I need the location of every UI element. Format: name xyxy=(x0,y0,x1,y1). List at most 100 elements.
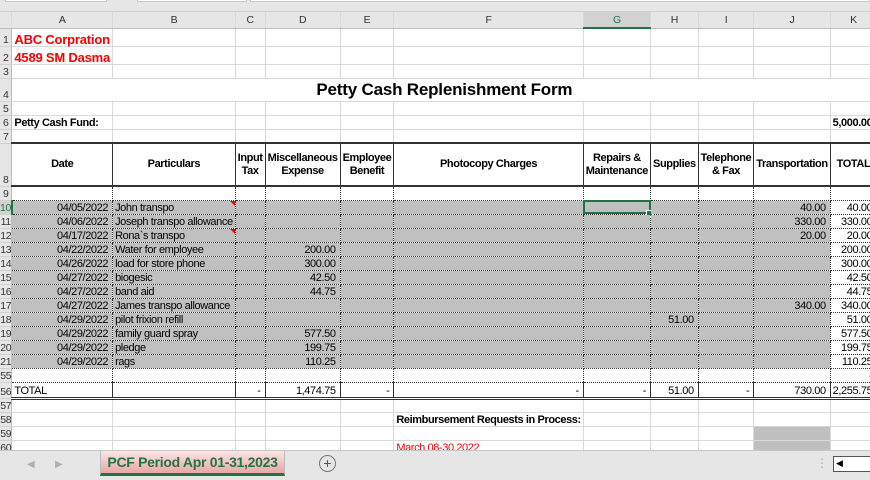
entry-amount[interactable] xyxy=(753,270,831,285)
cell[interactable] xyxy=(393,46,584,65)
entry-amount[interactable] xyxy=(235,200,266,215)
total-amount[interactable]: 2,255.75 xyxy=(830,382,870,400)
entry-amount[interactable]: 577.50 xyxy=(265,326,341,341)
entry-particulars[interactable]: John transpo xyxy=(112,200,236,215)
cell[interactable] xyxy=(235,46,266,65)
cell[interactable] xyxy=(393,64,584,79)
entry-amount[interactable] xyxy=(583,340,652,355)
cell[interactable] xyxy=(340,398,395,413)
entry-amount[interactable] xyxy=(393,312,584,327)
cell[interactable] xyxy=(112,28,236,47)
cell[interactable] xyxy=(340,186,395,201)
entry-amount[interactable] xyxy=(340,214,395,229)
entry-amount[interactable] xyxy=(753,354,831,369)
cell[interactable] xyxy=(265,115,341,130)
entry-amount[interactable] xyxy=(583,200,653,216)
next-sheet-icon[interactable]: ▶ xyxy=(55,459,63,470)
cell[interactable] xyxy=(11,412,114,427)
entry-amount[interactable] xyxy=(265,200,341,215)
entry-amount[interactable] xyxy=(393,284,584,299)
total-label[interactable]: TOTAL xyxy=(11,382,114,400)
cell[interactable] xyxy=(11,426,114,441)
cell[interactable] xyxy=(340,46,395,65)
petty-cash-fund-label[interactable]: Petty Cash Fund: xyxy=(11,115,114,130)
form-title[interactable]: Petty Cash Replenishment Form xyxy=(11,78,870,102)
entry-amount[interactable] xyxy=(753,256,831,271)
cell[interactable] xyxy=(583,368,652,383)
entry-amount[interactable] xyxy=(753,312,831,327)
entry-amount[interactable] xyxy=(235,298,266,313)
row-header[interactable]: 55 xyxy=(0,368,13,383)
cell[interactable] xyxy=(11,368,114,383)
entry-amount[interactable] xyxy=(698,200,755,215)
entry-amount[interactable] xyxy=(650,214,699,229)
entry-amount[interactable] xyxy=(340,256,395,271)
cell[interactable] xyxy=(235,28,266,47)
entry-amount[interactable] xyxy=(753,284,831,299)
entry-amount[interactable]: 199.75 xyxy=(265,340,341,355)
column-header-I[interactable]: I xyxy=(698,12,755,29)
column-heading[interactable]: Date xyxy=(11,142,114,187)
column-heading[interactable]: TOTAL xyxy=(829,142,870,187)
entry-amount[interactable] xyxy=(235,256,266,271)
cell[interactable] xyxy=(583,412,652,427)
column-header-J[interactable]: J xyxy=(753,12,831,29)
cell[interactable] xyxy=(112,426,236,441)
entry-amount[interactable] xyxy=(698,256,755,271)
entry-amount[interactable] xyxy=(650,326,699,341)
row-header[interactable]: 21 xyxy=(0,354,13,369)
column-header-E[interactable]: E xyxy=(340,12,395,29)
row-header[interactable]: 59 xyxy=(0,426,13,441)
entry-amount[interactable] xyxy=(393,256,584,271)
total-amount[interactable]: - xyxy=(583,382,652,400)
entry-amount[interactable]: 110.25 xyxy=(830,354,870,369)
entry-amount[interactable]: 330.00 xyxy=(830,214,870,229)
entry-amount[interactable] xyxy=(265,298,341,313)
cell[interactable] xyxy=(340,129,395,144)
entry-amount[interactable] xyxy=(340,326,395,341)
cell[interactable] xyxy=(340,412,395,427)
column-header-C[interactable]: C xyxy=(235,12,266,29)
formula-input[interactable] xyxy=(250,0,870,2)
column-header-F[interactable]: F xyxy=(393,12,584,29)
entry-amount[interactable]: 44.75 xyxy=(830,284,870,299)
entry-amount[interactable]: 200.00 xyxy=(830,242,870,257)
entry-amount[interactable] xyxy=(650,340,699,355)
cell[interactable] xyxy=(830,398,870,413)
entry-amount[interactable] xyxy=(340,270,395,285)
cell[interactable] xyxy=(583,64,652,79)
entry-amount[interactable]: 44.75 xyxy=(265,284,341,299)
entry-particulars[interactable]: Rona`s transpo xyxy=(112,228,236,243)
entry-amount[interactable] xyxy=(583,270,652,285)
spreadsheet-grid[interactable]: ABCDEFGHIJKL1ABC Corpration24589 SM Dasm… xyxy=(0,12,870,455)
row-header[interactable]: 17 xyxy=(0,298,13,313)
column-heading[interactable]: Miscellaneous Expense xyxy=(264,142,341,187)
cell[interactable] xyxy=(698,129,755,144)
column-heading[interactable]: Particulars xyxy=(112,142,236,187)
cell[interactable] xyxy=(698,398,755,413)
cell[interactable] xyxy=(112,368,236,383)
cell[interactable] xyxy=(698,115,755,130)
cell[interactable] xyxy=(583,28,652,47)
row-header[interactable]: 15 xyxy=(0,270,13,285)
row-header[interactable]: 4 xyxy=(0,78,13,102)
company-name[interactable]: ABC Corpration xyxy=(11,28,114,47)
petty-cash-fund-amount[interactable]: 5,000.00 xyxy=(830,115,870,130)
entry-date[interactable]: 04/05/2022 xyxy=(11,200,114,215)
entry-amount[interactable] xyxy=(583,228,652,243)
entry-amount[interactable]: 577.50 xyxy=(830,326,870,341)
entry-amount[interactable] xyxy=(698,228,755,243)
column-header-B[interactable]: B xyxy=(112,12,236,29)
cell[interactable] xyxy=(650,129,699,144)
cell[interactable] xyxy=(235,101,266,116)
entry-amount[interactable] xyxy=(698,326,755,341)
cell[interactable] xyxy=(340,64,395,79)
entry-date[interactable]: 04/29/2022 xyxy=(11,312,114,327)
entry-particulars[interactable]: load for store phone xyxy=(112,256,236,271)
entry-date[interactable]: 04/27/2022 xyxy=(11,270,114,285)
sheet-tab-pcf-period[interactable]: PCF Period Apr 01-31,2023 xyxy=(100,451,285,476)
entry-amount[interactable] xyxy=(753,242,831,257)
cell[interactable] xyxy=(830,101,870,116)
cell[interactable] xyxy=(265,426,341,441)
entry-amount[interactable] xyxy=(235,214,266,229)
